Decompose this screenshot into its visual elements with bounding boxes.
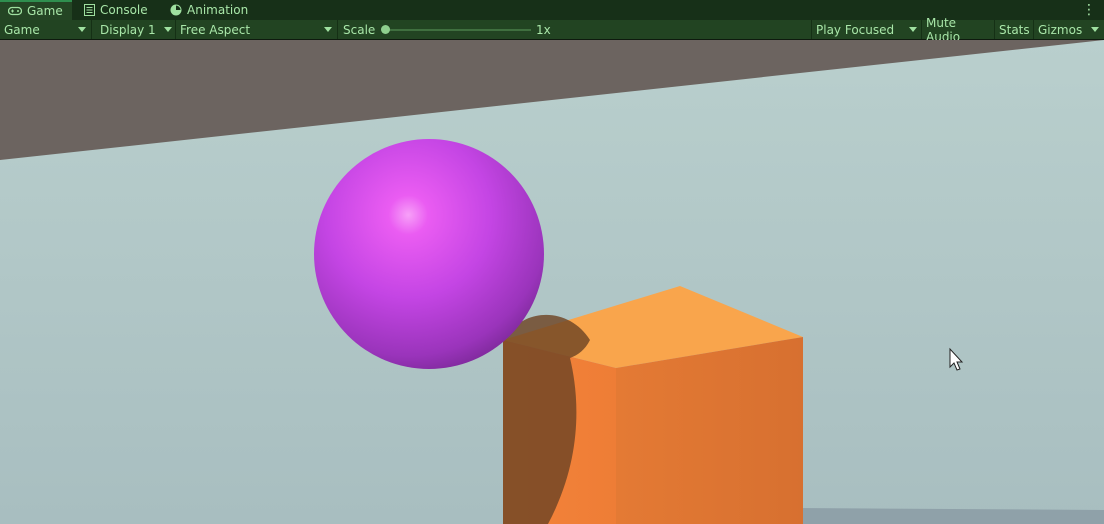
purple-sphere — [314, 139, 544, 369]
view-mode-dropdown[interactable]: Game — [0, 20, 92, 39]
scale-label: Scale — [343, 22, 376, 37]
chevron-down-icon — [1091, 27, 1099, 32]
tab-animation-label: Animation — [187, 3, 249, 17]
tab-animation[interactable]: Animation — [162, 0, 256, 20]
aspect-dropdown[interactable]: Free Aspect — [176, 20, 338, 39]
tab-game-label: Game — [27, 4, 63, 18]
tab-game[interactable]: Game — [0, 0, 72, 20]
tab-console[interactable]: Console — [76, 0, 156, 20]
stats-label: Stats — [999, 22, 1030, 37]
play-mode-dropdown[interactable]: Play Focused — [811, 20, 922, 39]
scale-value-text: 1x — [536, 22, 551, 37]
gizmos-label: Gizmos — [1038, 22, 1083, 37]
scale-slider-track[interactable] — [385, 29, 531, 31]
chevron-down-icon — [78, 27, 86, 32]
gamepad-icon — [8, 6, 22, 16]
tab-console-label: Console — [100, 3, 148, 17]
cube-right-face — [616, 337, 803, 524]
display-dropdown[interactable]: Display 1 — [92, 20, 176, 39]
scene-render — [0, 40, 1104, 524]
mute-audio-toggle[interactable]: Mute Audio — [922, 16, 995, 44]
aspect-label: Free Aspect — [180, 22, 251, 37]
more-options-icon[interactable]: ⋮ — [1082, 3, 1096, 17]
display-label: Display 1 — [100, 22, 156, 37]
console-icon — [84, 4, 95, 16]
chevron-down-icon — [909, 27, 917, 32]
scale-value: 1x — [532, 20, 572, 39]
game-view-toolbar: Game Display 1 Free Aspect Scale 1x Play… — [0, 16, 1104, 44]
gizmos-toggle[interactable]: Gizmos — [1034, 20, 1086, 39]
play-mode-label: Play Focused — [816, 22, 895, 37]
chevron-down-icon — [324, 27, 332, 32]
gizmos-dropdown[interactable] — [1086, 20, 1104, 39]
game-viewport[interactable] — [0, 40, 1104, 524]
scale-slider-handle[interactable] — [381, 25, 390, 34]
cube-shadow — [798, 508, 1104, 524]
chevron-down-icon — [164, 27, 172, 32]
animation-clock-icon — [170, 4, 182, 16]
view-mode-label: Game — [4, 22, 40, 37]
stats-toggle[interactable]: Stats — [995, 20, 1034, 39]
